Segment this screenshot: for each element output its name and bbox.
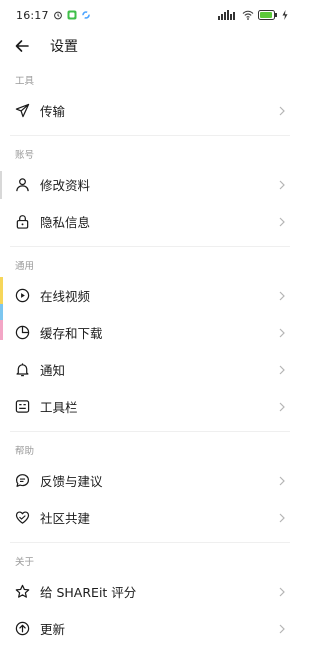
side-accent-mark: [0, 304, 3, 320]
play-circle-icon: [14, 288, 30, 304]
chevron-right-icon: [278, 217, 286, 227]
chevron-right-icon: [278, 328, 286, 338]
back-arrow-icon: [15, 40, 29, 52]
wifi-icon: [242, 10, 254, 20]
chevron-right-icon: [278, 513, 286, 523]
settings-item-label: 社区共建: [40, 511, 91, 526]
app-notification-icon: [67, 10, 77, 20]
charging-icon: [282, 10, 288, 20]
sync-icon: [81, 10, 91, 20]
back-button[interactable]: [8, 32, 36, 60]
section-label-tools: 工具: [15, 76, 35, 87]
settings-item-transfer[interactable]: 传输: [0, 92, 300, 129]
chevron-right-icon: [278, 106, 286, 116]
settings-item-label: 通知: [40, 363, 66, 378]
settings-item-label: 缓存和下载: [40, 326, 103, 341]
settings-item-label: 隐私信息: [40, 215, 91, 230]
chevron-right-icon: [278, 180, 286, 190]
star-icon: [14, 584, 30, 600]
settings-item-notifications[interactable]: 通知: [0, 351, 300, 388]
settings-item-cache-download[interactable]: 缓存和下载: [0, 304, 300, 351]
settings-item-edit-profile[interactable]: 修改资料: [0, 166, 300, 203]
side-accent-mark: [0, 320, 3, 340]
settings-item-label: 修改资料: [40, 178, 91, 193]
battery-icon: [258, 10, 278, 20]
bell-icon: [14, 362, 30, 378]
heart-hands-icon: [14, 510, 30, 526]
toolbar-icon: [14, 399, 30, 415]
settings-item-label: 在线视频: [40, 289, 91, 304]
section-label-help: 帮助: [15, 446, 35, 457]
chevron-right-icon: [278, 587, 286, 597]
chevron-right-icon: [278, 476, 286, 486]
settings-item-community[interactable]: 社区共建: [0, 499, 300, 536]
settings-item-label: 反馈与建议: [40, 474, 103, 489]
signal-icon: [218, 10, 238, 20]
settings-item-privacy[interactable]: 隐私信息: [0, 203, 300, 240]
chevron-right-icon: [278, 291, 286, 301]
settings-screen: 16:17 设置 工具 传输 账号 修改资料 隐私信息 通用 在线视频 缓存和下…: [0, 0, 300, 666]
page-title: 设置: [50, 39, 78, 55]
settings-item-online-video[interactable]: 在线视频: [0, 277, 300, 314]
settings-item-update[interactable]: 更新: [0, 610, 300, 647]
send-icon: [14, 103, 30, 119]
chevron-right-icon: [278, 365, 286, 375]
settings-item-feedback[interactable]: 反馈与建议: [0, 462, 300, 499]
header: 设置: [0, 30, 300, 62]
feedback-icon: [14, 473, 30, 489]
upload-icon: [14, 621, 30, 637]
lock-icon: [14, 214, 30, 230]
chevron-right-icon: [278, 624, 286, 634]
settings-item-label: 更新: [40, 622, 66, 637]
side-accent-mark: [0, 171, 2, 199]
settings-item-label: 工具栏: [40, 400, 78, 415]
settings-list: 工具 传输 账号 修改资料 隐私信息 通用 在线视频 缓存和下载 通知 工具栏 …: [0, 62, 300, 647]
user-icon: [14, 177, 30, 193]
status-time: 16:17: [16, 8, 49, 22]
section-label-general: 通用: [15, 261, 35, 272]
chevron-right-icon: [278, 402, 286, 412]
section-label-about: 关于: [15, 557, 35, 568]
settings-item-toolbar[interactable]: 工具栏: [0, 388, 300, 425]
settings-item-label: 给 SHAREit 评分: [40, 585, 137, 600]
section-label-account: 账号: [15, 150, 35, 161]
alarm-icon: [53, 10, 63, 20]
settings-item-label: 传输: [40, 104, 66, 119]
status-bar: 16:17: [0, 0, 300, 30]
settings-item-rate-app[interactable]: 给 SHAREit 评分: [0, 573, 300, 610]
pie-clock-icon: [14, 325, 30, 341]
